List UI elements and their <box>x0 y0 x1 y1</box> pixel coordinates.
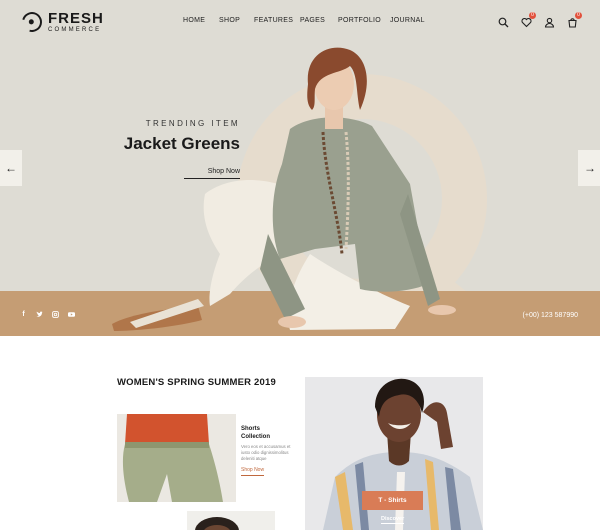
instagram-icon[interactable] <box>52 311 59 318</box>
card-title: Shorts Collection <box>241 426 271 440</box>
nav-journal[interactable]: JOURNAL <box>390 17 425 24</box>
card-description: Vero eos et accusamus et iusto odio dign… <box>241 444 291 461</box>
site-header: FRESH COMMERCE HOME SHOP FEATURES PAGES … <box>0 0 600 44</box>
twitter-icon[interactable] <box>36 311 43 318</box>
cart-icon[interactable]: 0 <box>567 12 582 28</box>
collection-title: WOMEN'S SPRING SUMMER 2019 <box>117 377 276 388</box>
tshirts-button[interactable]: T - Shirts <box>362 491 423 510</box>
second-collection-image[interactable] <box>187 511 275 530</box>
social-links: f <box>20 311 75 318</box>
cart-badge: 0 <box>575 12 582 19</box>
hero-model-image <box>112 47 456 331</box>
user-icon[interactable] <box>544 15 555 28</box>
hero-shop-now-link[interactable]: Shop Now <box>183 168 240 179</box>
facebook-icon[interactable]: f <box>20 311 27 318</box>
shorts-collection-image[interactable] <box>117 414 236 502</box>
discover-link[interactable]: Discover <box>381 516 405 524</box>
hero-slider: TRENDING ITEM Jacket Greens Shop Now ← →… <box>0 44 600 336</box>
brand-name: FRESH <box>48 10 104 27</box>
brand-tagline: COMMERCE <box>48 27 102 33</box>
arrow-right-icon: → <box>584 161 596 175</box>
wishlist-icon[interactable]: 0 <box>521 12 536 28</box>
logo-mark-icon <box>18 8 46 36</box>
hero-title: Jacket Greens <box>123 134 240 153</box>
wishlist-badge: 0 <box>529 12 536 19</box>
card-shop-now-link[interactable]: Shop Now <box>241 467 265 476</box>
slider-prev-button[interactable]: ← <box>0 150 22 186</box>
youtube-icon[interactable] <box>68 311 75 318</box>
contact-phone: (+00) 123 587990 <box>522 312 578 319</box>
hero-caption: TRENDING ITEM Jacket Greens Shop Now <box>120 119 240 179</box>
nav-portfolio[interactable]: PORTFOLIO <box>338 17 381 24</box>
nav-pages[interactable]: PAGES <box>300 17 325 24</box>
brand-logo[interactable]: FRESH COMMERCE <box>18 8 104 36</box>
hero-eyebrow: TRENDING ITEM <box>145 119 240 128</box>
nav-features[interactable]: FEATURES <box>254 17 293 24</box>
nav-shop[interactable]: SHOP <box>219 17 240 24</box>
nav-home[interactable]: HOME <box>183 17 205 24</box>
search-icon[interactable] <box>498 15 509 28</box>
slider-next-button[interactable]: → <box>578 150 600 186</box>
header-actions: 0 0 <box>498 12 582 28</box>
arrow-left-icon: ← <box>5 161 17 175</box>
